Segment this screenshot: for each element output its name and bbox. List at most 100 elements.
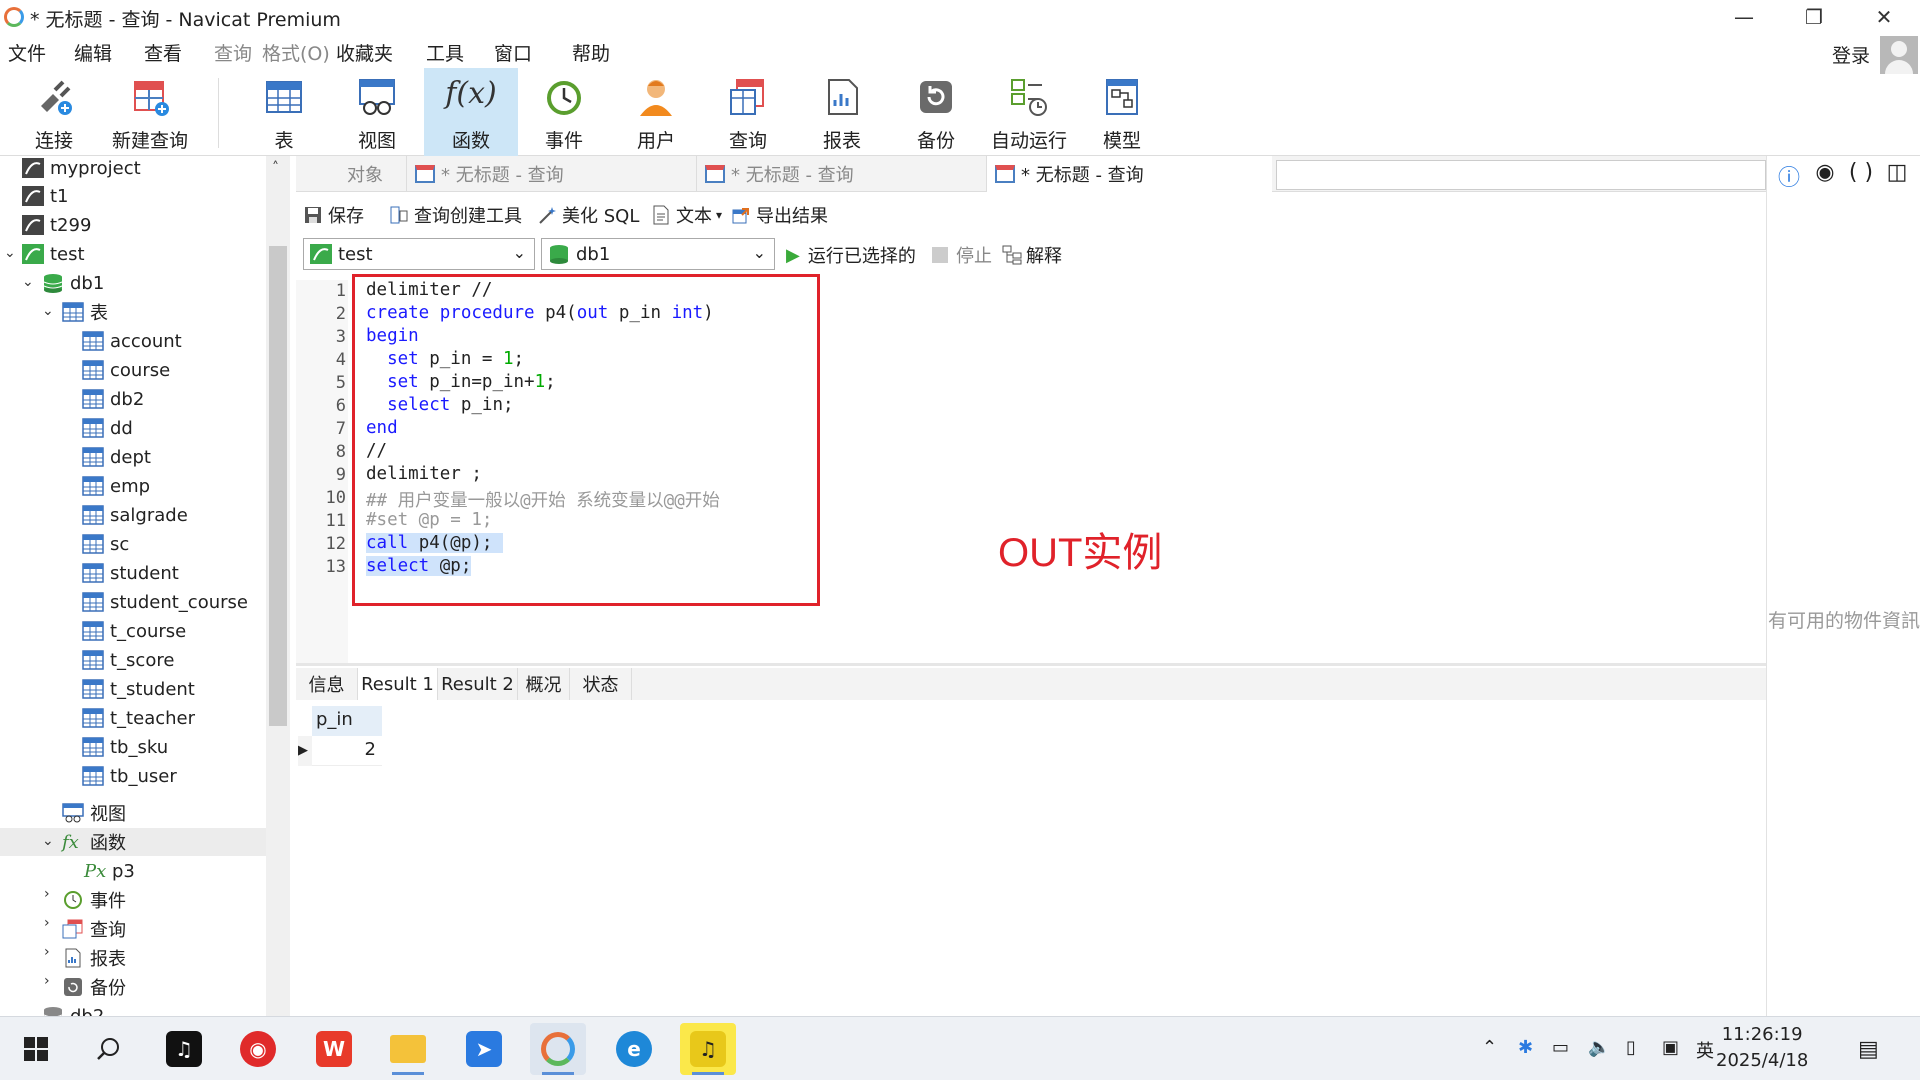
tree-function-p3[interactable]: Px p3 bbox=[84, 857, 135, 885]
tree-table-item[interactable]: t_score bbox=[82, 646, 174, 674]
menu-view[interactable]: 查看 bbox=[144, 39, 182, 66]
layout-panel-icon[interactable]: ◫ bbox=[1884, 160, 1910, 186]
tree-table-item[interactable]: dept bbox=[82, 443, 151, 471]
object-search-input[interactable] bbox=[1276, 160, 1766, 190]
tree-table-item[interactable]: emp bbox=[82, 472, 150, 500]
search-icon[interactable] bbox=[80, 1023, 136, 1075]
audio-editor-app-icon[interactable]: ♫ bbox=[680, 1023, 736, 1075]
tree-table-item[interactable]: account bbox=[82, 327, 182, 355]
tree-table-item[interactable]: t_teacher bbox=[82, 704, 195, 732]
tab-query-2[interactable]: * 无标题 - 查询 bbox=[696, 156, 982, 192]
toolbar-model-button[interactable]: 模型 bbox=[1094, 68, 1150, 156]
tab-result-1[interactable]: Result 1 bbox=[358, 668, 438, 700]
database-select[interactable]: db1 ⌄ bbox=[541, 238, 775, 270]
connection-select[interactable]: test ⌄ bbox=[303, 238, 535, 270]
tree-table-item[interactable]: salgrade bbox=[82, 501, 188, 529]
tab-query-1[interactable]: * 无标题 - 查询 bbox=[406, 156, 692, 192]
export-results-button[interactable]: 导出结果 bbox=[732, 202, 828, 228]
toolbar-event-button[interactable]: 事件 bbox=[534, 68, 594, 156]
tree-group-backups[interactable]: 备份 bbox=[62, 973, 126, 1001]
toolbar-function-button[interactable]: f(x) 函数 bbox=[424, 68, 518, 156]
tab-status[interactable]: 状态 bbox=[570, 668, 632, 700]
login-link[interactable]: 登录 bbox=[1832, 41, 1870, 68]
tree-table-item[interactable]: dd bbox=[82, 414, 133, 442]
chevron-down-icon[interactable]: ⌄ bbox=[22, 274, 36, 290]
bluetooth-icon[interactable]: ✱ bbox=[1518, 1037, 1533, 1058]
tree-database-db1[interactable]: db1 bbox=[42, 269, 104, 297]
explain-button[interactable]: 解释 bbox=[1002, 242, 1062, 268]
minimize-icon[interactable]: — bbox=[1714, 0, 1774, 34]
windows-start-icon[interactable] bbox=[8, 1023, 64, 1075]
wps-office-app-icon[interactable]: W bbox=[306, 1023, 362, 1075]
chevron-right-icon[interactable]: › bbox=[44, 915, 58, 931]
tree-connection-t1[interactable]: t1 bbox=[22, 182, 69, 210]
stop-button[interactable]: 停止 bbox=[932, 242, 992, 268]
tree-table-item[interactable]: student_course bbox=[82, 588, 248, 616]
tree-table-item[interactable]: db2 bbox=[82, 385, 144, 413]
file-explorer-app-icon[interactable] bbox=[380, 1023, 436, 1075]
tab-info[interactable]: 信息 bbox=[296, 668, 358, 700]
tab-query-3[interactable]: * 无标题 - 查询 bbox=[986, 156, 1272, 192]
tree-table-item[interactable]: tb_sku bbox=[82, 733, 168, 761]
tree-table-item[interactable]: t_student bbox=[82, 675, 195, 703]
tree-table-item[interactable]: t_course bbox=[82, 617, 186, 645]
tiktok-app-icon[interactable]: ♫ bbox=[156, 1023, 212, 1075]
feishu-app-icon[interactable]: ➤ bbox=[456, 1023, 512, 1075]
ddl-brackets-icon[interactable]: ( ) bbox=[1848, 160, 1874, 186]
menu-help[interactable]: 帮助 bbox=[572, 39, 610, 66]
menu-file[interactable]: 文件 bbox=[8, 39, 46, 66]
chevron-down-icon[interactable]: ⌄ bbox=[42, 303, 56, 319]
menu-query[interactable]: 查询 bbox=[214, 39, 252, 66]
tab-result-2[interactable]: Result 2 bbox=[438, 668, 518, 700]
beautify-sql-button[interactable]: 美化 SQL bbox=[538, 202, 639, 228]
tree-group-events[interactable]: 事件 bbox=[62, 886, 126, 914]
menu-window[interactable]: 窗口 bbox=[494, 39, 532, 66]
save-button[interactable]: 保存 bbox=[304, 202, 364, 228]
system-clock[interactable]: 11:26:19 2025/4/18 bbox=[1716, 1022, 1808, 1074]
tree-group-reports[interactable]: 报表 bbox=[62, 944, 126, 972]
usb-device-icon[interactable]: ▯ bbox=[1626, 1037, 1636, 1058]
run-selected-button[interactable]: ▶ 运行已选择的 bbox=[786, 242, 916, 268]
tree-scrollbar[interactable]: ˄ bbox=[266, 156, 290, 1016]
tree-group-views[interactable]: 视图 bbox=[62, 799, 126, 827]
toolbar-query-button[interactable]: 查询 bbox=[718, 68, 778, 156]
battery-icon[interactable]: ▭ bbox=[1552, 1037, 1569, 1058]
toolbar-view-button[interactable]: 视图 bbox=[346, 68, 408, 156]
scrollbar-thumb[interactable] bbox=[269, 246, 287, 726]
tab-objects[interactable]: 对象 bbox=[330, 156, 400, 192]
scroll-up-icon[interactable]: ˄ bbox=[272, 160, 279, 176]
netease-music-app-icon[interactable]: ◉ bbox=[230, 1023, 286, 1075]
chevron-down-icon[interactable]: ⌄ bbox=[42, 833, 56, 849]
eye-icon[interactable]: ◉ bbox=[1812, 160, 1838, 186]
ime-indicator[interactable]: 英 bbox=[1696, 1037, 1714, 1063]
tree-table-item[interactable]: sc bbox=[82, 530, 129, 558]
menu-format[interactable]: 格式(O) bbox=[262, 39, 330, 66]
toolbar-automation-button[interactable]: 自动运行 bbox=[984, 68, 1074, 156]
tab-profile[interactable]: 概况 bbox=[518, 668, 570, 700]
menu-favorites[interactable]: 收藏夹 bbox=[336, 39, 393, 66]
network-icon[interactable]: ▣ bbox=[1662, 1037, 1679, 1058]
tree-table-item[interactable]: student bbox=[82, 559, 179, 587]
chevron-right-icon[interactable]: › bbox=[44, 886, 58, 902]
notification-icon[interactable]: ▤ bbox=[1858, 1037, 1879, 1062]
query-builder-button[interactable]: 查询创建工具 bbox=[390, 202, 522, 228]
navicat-app-icon[interactable] bbox=[530, 1023, 586, 1075]
tree-group-functions[interactable]: fx 函数 bbox=[0, 828, 266, 856]
menu-edit[interactable]: 编辑 bbox=[74, 39, 112, 66]
toolbar-user-button[interactable]: 用户 bbox=[626, 68, 686, 156]
chevron-down-icon[interactable]: ⌄ bbox=[4, 245, 18, 261]
toolbar-report-button[interactable]: 报表 bbox=[812, 68, 872, 156]
menu-tools[interactable]: 工具 bbox=[426, 39, 464, 66]
tree-connection-test[interactable]: test bbox=[22, 240, 85, 268]
info-icon[interactable]: ⓘ bbox=[1776, 160, 1802, 191]
tree-table-item[interactable]: tb_user bbox=[82, 762, 177, 790]
toolbar-connection-button[interactable]: 连接 bbox=[14, 68, 94, 156]
tree-group-tables[interactable]: 表 bbox=[62, 298, 108, 326]
tree-group-queries[interactable]: 查询 bbox=[62, 915, 126, 943]
edge-browser-app-icon[interactable]: e bbox=[606, 1023, 662, 1075]
editor-results-splitter[interactable] bbox=[296, 663, 1766, 666]
grid-cell[interactable]: 2 bbox=[312, 736, 382, 766]
toolbar-new-query-button[interactable]: 新建查询 bbox=[110, 68, 190, 156]
volume-icon[interactable]: 🔈 bbox=[1588, 1037, 1610, 1058]
chevron-right-icon[interactable]: › bbox=[44, 944, 58, 960]
